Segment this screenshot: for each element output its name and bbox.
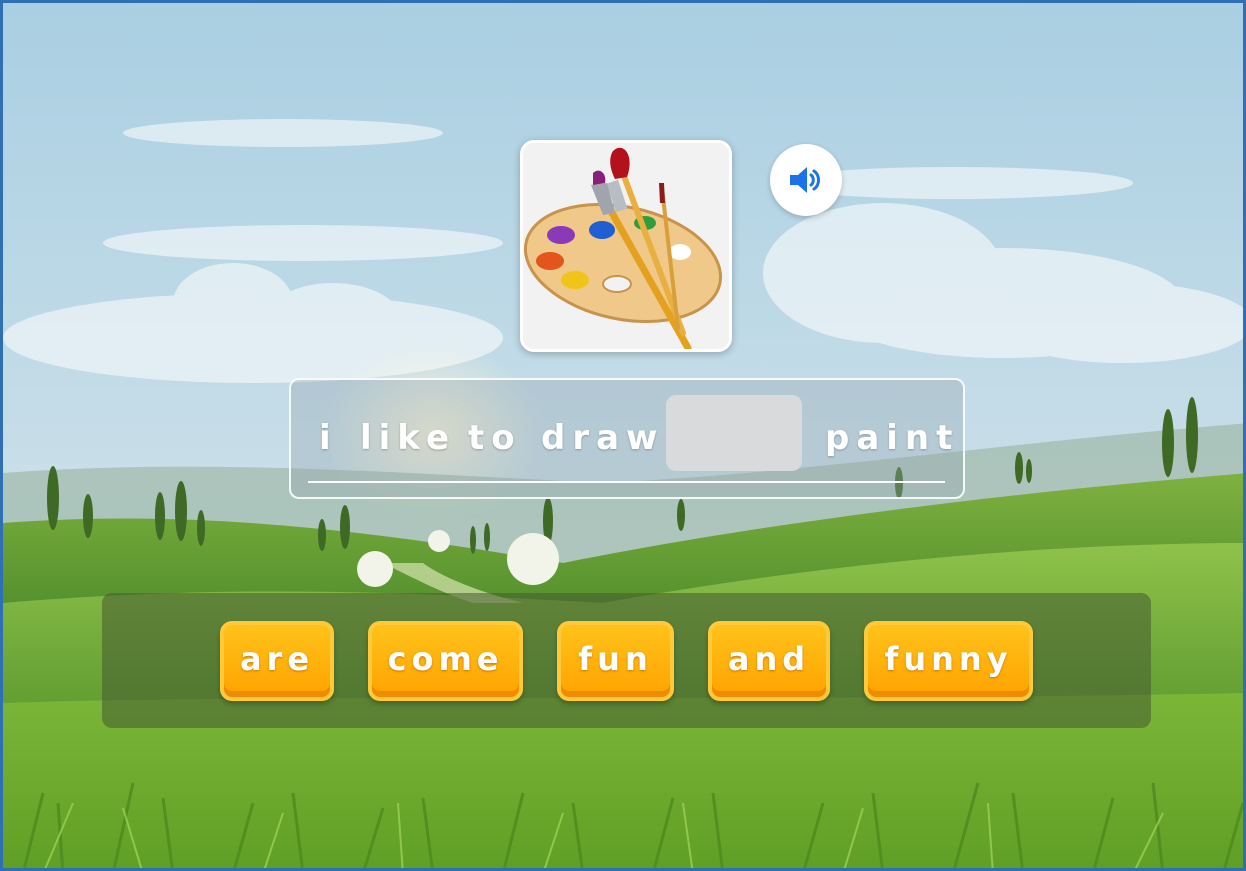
word-tile[interactable]: fun (557, 621, 674, 701)
picture-card (520, 140, 732, 352)
game-frame: i like to draw paint are come fun and fu… (0, 0, 1246, 871)
word-tile-label: are (239, 640, 315, 678)
speaker-icon (790, 167, 820, 193)
word-tile[interactable]: funny (864, 621, 1033, 701)
play-sound-button[interactable] (770, 144, 842, 216)
word-tile-label: come (387, 640, 504, 678)
sentence-word: paint (825, 418, 960, 458)
answer-slot[interactable] (666, 395, 802, 471)
word-tile-label: fun (578, 640, 653, 678)
word-tile[interactable]: come (368, 621, 523, 701)
word-tile[interactable]: and (708, 621, 830, 701)
sentence-word: like (360, 418, 457, 458)
sentence-word: to (468, 418, 522, 458)
sentence-underline (308, 481, 945, 483)
word-tile-label: funny (884, 640, 1013, 678)
word-tile-label: and (727, 640, 811, 678)
sentence-word: draw (541, 418, 665, 458)
word-tile[interactable]: are (220, 621, 334, 701)
paint-palette-brushes-icon (523, 147, 723, 349)
sentence-word: i (319, 418, 338, 458)
